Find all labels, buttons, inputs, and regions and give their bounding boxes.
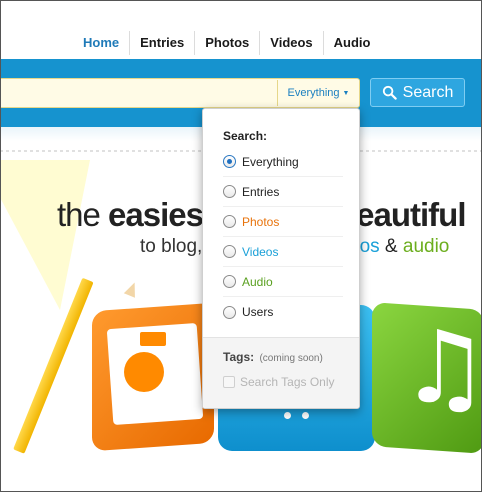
search-scope-menu: Search: Everything Entries Photos Videos… [202, 108, 360, 409]
music-note-icon: ♫ [400, 309, 482, 426]
sun-ray-decoration [0, 160, 90, 310]
nav-entries[interactable]: Entries [129, 31, 194, 55]
nav-videos[interactable]: Videos [259, 31, 322, 55]
nav-photos[interactable]: Photos [194, 31, 259, 55]
camera-viewfinder [140, 332, 166, 346]
scope-option-audio[interactable]: Audio [223, 267, 343, 297]
radio-everything[interactable] [223, 155, 236, 168]
tagline-line2-left: to blog, [140, 236, 203, 257]
radio-audio[interactable] [223, 275, 236, 288]
search-scope-title: Search: [223, 129, 268, 143]
tags-note: (coming soon) [259, 353, 323, 364]
scope-option-videos[interactable]: Videos [223, 237, 343, 267]
tags-heading: Tags: (coming soon) [223, 350, 323, 364]
search-tags-only-label: Search Tags Only [240, 375, 335, 389]
scope-option-everything[interactable]: Everything [223, 147, 343, 177]
scope-option-label: Videos [242, 244, 279, 259]
scope-option-label: Photos [242, 214, 280, 229]
radio-entries[interactable] [223, 185, 236, 198]
search-tags-only-option: Search Tags Only [223, 375, 335, 389]
scope-option-users[interactable]: Users [223, 297, 343, 327]
search-scope-label: Everything [287, 87, 340, 99]
pencil-tip [123, 280, 141, 298]
nav-audio[interactable]: Audio [322, 31, 381, 55]
radio-photos[interactable] [223, 215, 236, 228]
camera-lens [124, 352, 164, 392]
search-button-label: Search [402, 83, 454, 101]
search-button[interactable]: Search [370, 78, 465, 107]
scope-option-photos[interactable]: Photos [223, 207, 343, 237]
top-nav: Home Entries Photos Videos Audio [73, 30, 380, 56]
radio-videos[interactable] [223, 245, 236, 258]
tagline-line1-left: the easiest [57, 196, 214, 233]
tagline-line2-right: eos & audio [349, 236, 450, 257]
scope-option-label: Entries [242, 184, 280, 199]
divider [203, 337, 359, 338]
scope-option-label: Users [242, 305, 274, 319]
video-dot [302, 412, 309, 419]
scope-option-label: Audio [242, 274, 273, 289]
scope-option-label: Everything [242, 154, 299, 169]
search-tags-only-checkbox [223, 376, 235, 388]
radio-users[interactable] [223, 305, 236, 319]
chevron-down-icon: ▼ [342, 89, 350, 97]
search-icon [382, 85, 397, 100]
video-dot [284, 412, 291, 419]
tags-section [203, 338, 359, 408]
search-scope-dropdown[interactable]: Everything ▼ [277, 80, 359, 106]
scope-option-entries[interactable]: Entries [223, 177, 343, 207]
nav-home[interactable]: Home [73, 31, 129, 55]
